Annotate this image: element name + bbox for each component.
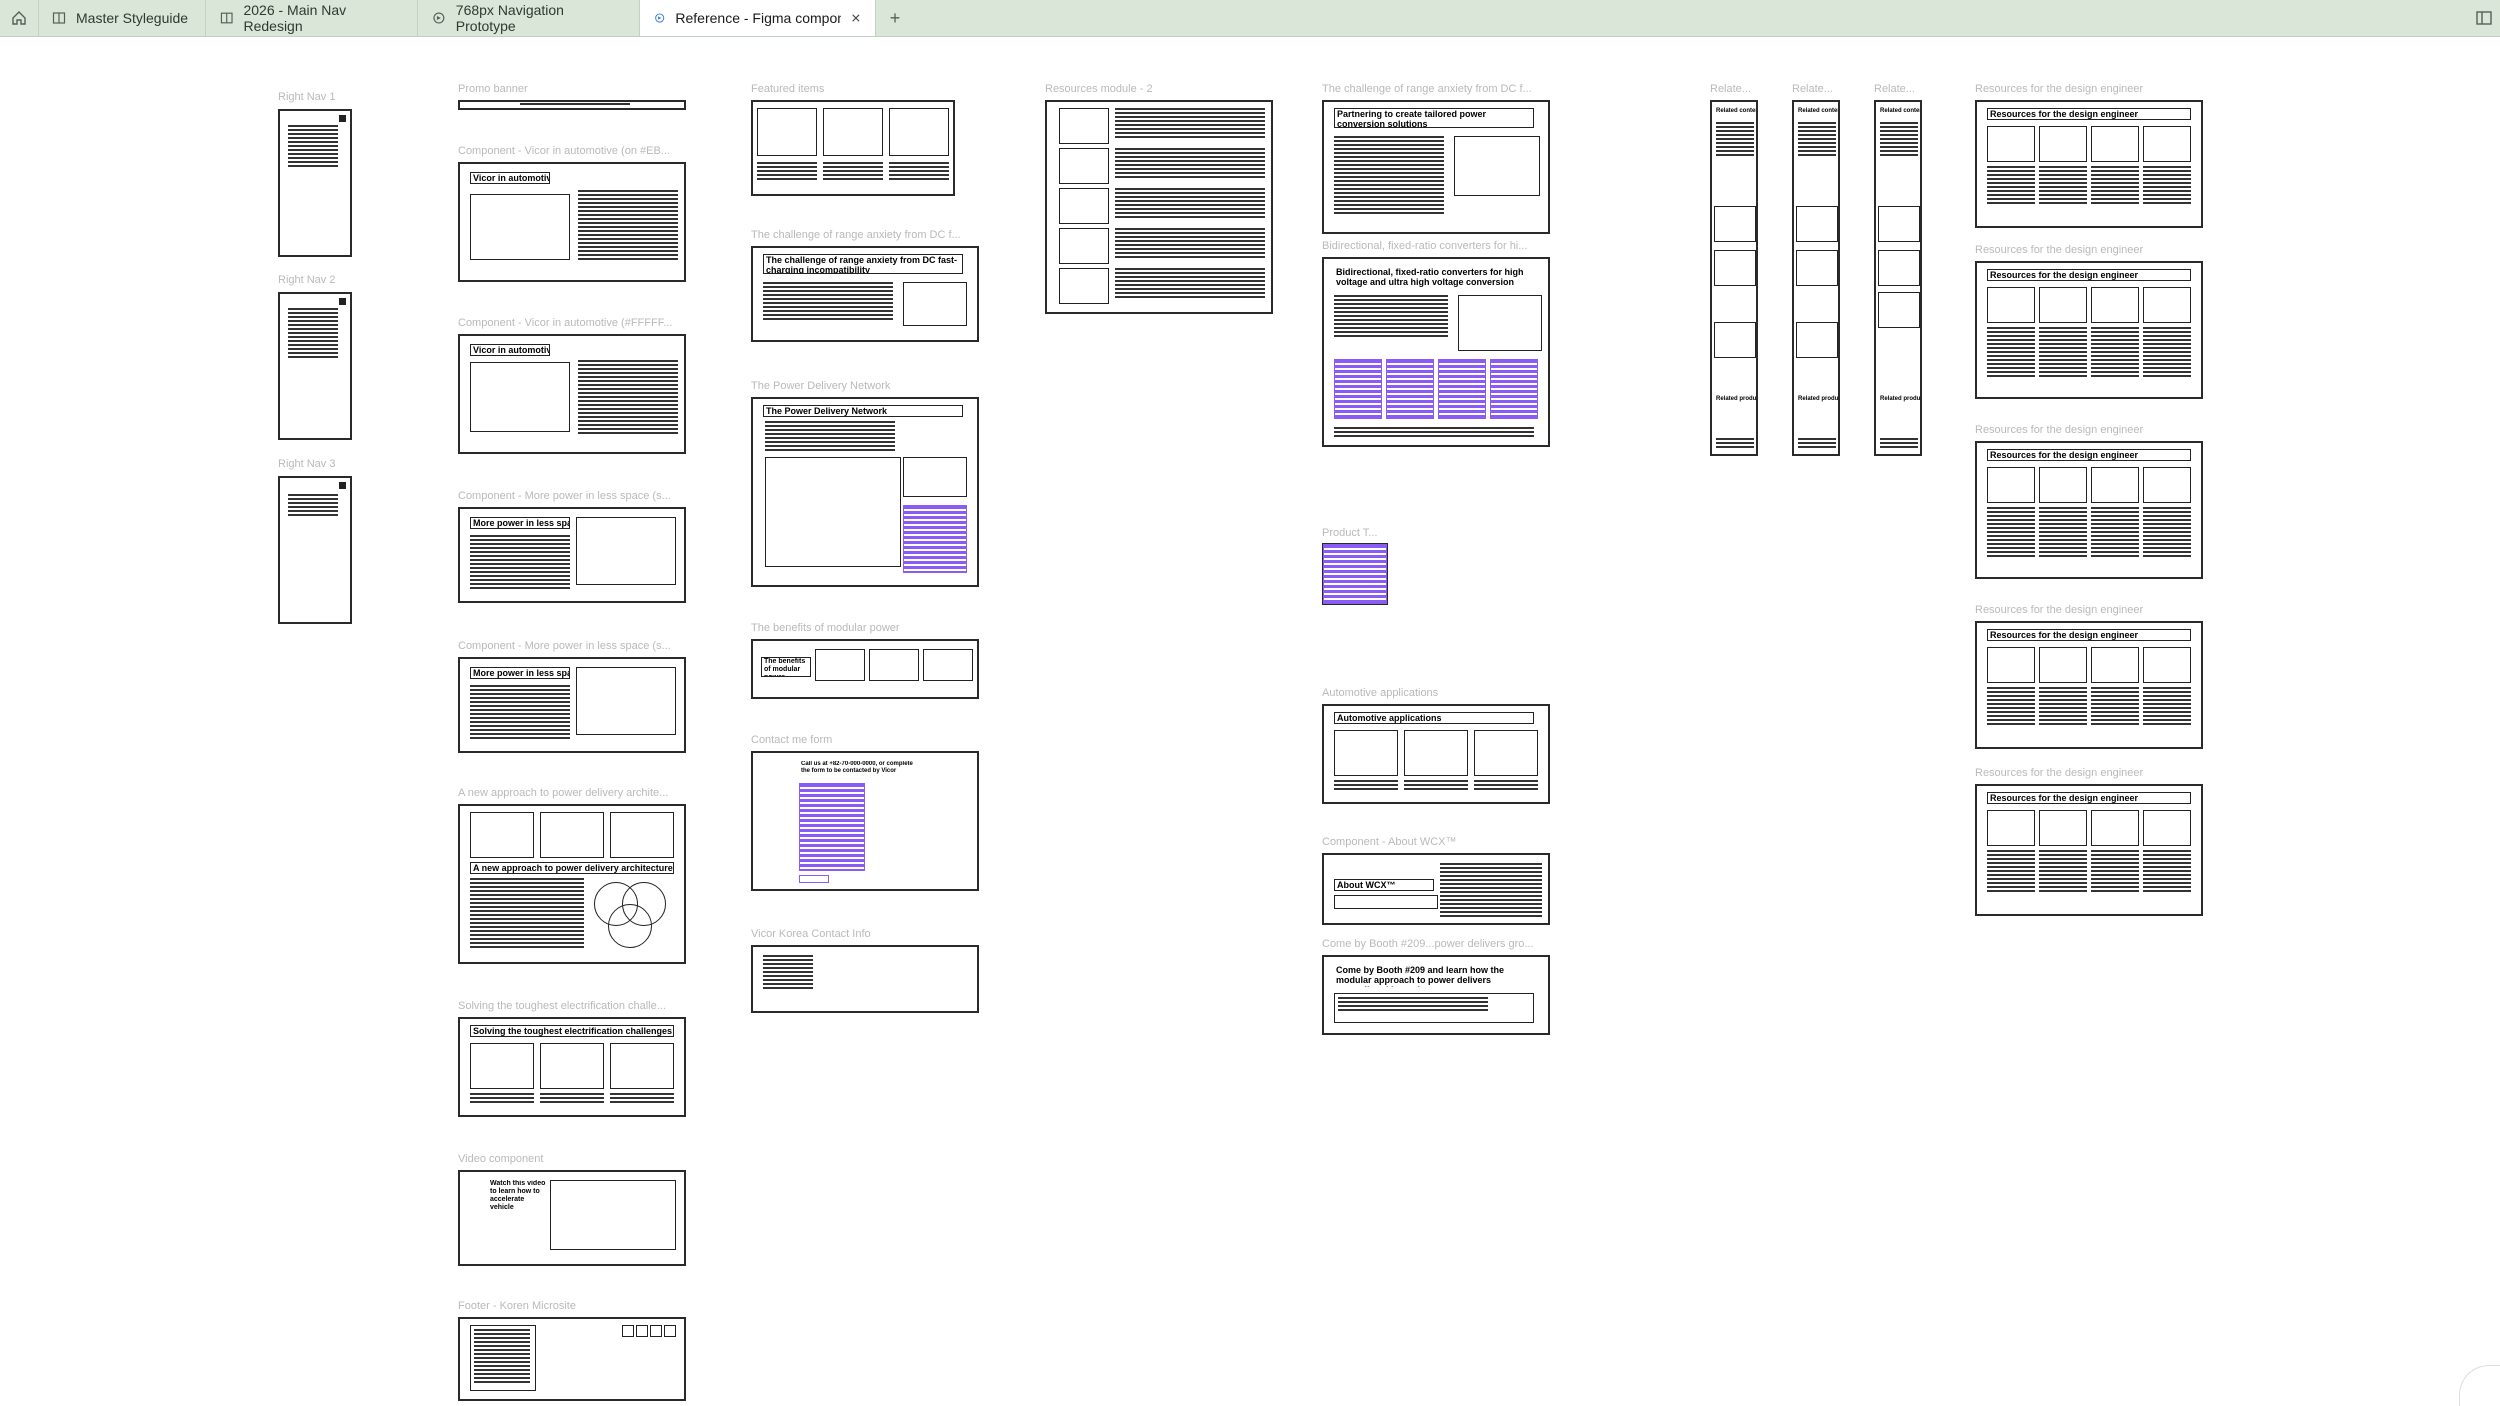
tab-label: Master Styleguide bbox=[76, 10, 189, 26]
frame-vicor-automotive-2[interactable]: Vicor in automotive bbox=[458, 334, 686, 454]
frame-label[interactable]: Right Nav 1 bbox=[278, 91, 335, 103]
tab-master-styleguide[interactable]: Master Styleguide bbox=[38, 0, 206, 36]
frame-right-nav-3[interactable] bbox=[278, 476, 352, 624]
frame-resources-design-1[interactable]: Resources for the design engineer bbox=[1975, 100, 2203, 228]
frame-new-approach[interactable]: A new approach to power delivery archite… bbox=[458, 804, 686, 964]
frame-label[interactable]: Contact me form bbox=[751, 734, 979, 746]
frame-related-content-2[interactable]: Related content Related products bbox=[1792, 100, 1840, 456]
home-icon bbox=[12, 11, 26, 25]
frame-label[interactable]: Come by Booth #209...power delivers gro.… bbox=[1322, 938, 1550, 950]
frame-resources-design-3[interactable]: Resources for the design engineer bbox=[1975, 441, 2203, 579]
frame-label[interactable]: Component - More power in less space (s.… bbox=[458, 490, 686, 502]
frame-label[interactable]: Component - More power in less space (s.… bbox=[458, 640, 686, 652]
frame-right-nav-2[interactable] bbox=[278, 292, 352, 440]
file-icon bbox=[655, 13, 665, 23]
frame-automotive-applications[interactable]: Automotive applications bbox=[1322, 704, 1550, 804]
frame-label[interactable]: Component - Vicor in automotive (on #EB.… bbox=[458, 145, 686, 157]
frame-label[interactable]: Footer - Koren Microsite bbox=[458, 1300, 686, 1312]
frame-related-content-1[interactable]: Related content Related products bbox=[1710, 100, 1758, 456]
frame-footer[interactable] bbox=[458, 1317, 686, 1401]
frame-label[interactable]: Relate... bbox=[1792, 83, 1842, 95]
frame-toughest-challenges[interactable]: Solving the toughest electrification cha… bbox=[458, 1017, 686, 1117]
frame-label[interactable]: Component - About WCX™ bbox=[1322, 836, 1550, 848]
frame-label[interactable]: Resources for the design engineer bbox=[1975, 604, 2203, 616]
frame-label[interactable]: Solving the toughest electrification cha… bbox=[458, 1000, 686, 1012]
layout-icon[interactable] bbox=[2474, 8, 2494, 28]
frame-resources-design-2[interactable]: Resources for the design engineer bbox=[1975, 261, 2203, 399]
home-button[interactable] bbox=[0, 0, 39, 36]
frame-label[interactable]: Component - Vicor in automotive (#FFFFF.… bbox=[458, 317, 686, 329]
frame-partnering[interactable]: Partnering to create tailored power conv… bbox=[1322, 100, 1550, 234]
frame-about-wcx[interactable]: About WCX™ bbox=[1322, 853, 1550, 925]
tab-main-nav-redesign[interactable]: 2026 - Main Nav Redesign bbox=[206, 0, 418, 36]
design-canvas[interactable]: Right Nav 1 Right Nav 2 Right Nav 3 Prom… bbox=[0, 37, 2500, 1406]
frame-more-power-2[interactable]: More power in less space bbox=[458, 657, 686, 753]
frame-label[interactable]: Resources for the design engineer bbox=[1975, 424, 2203, 436]
tab-bar: Master Styleguide 2026 - Main Nav Redesi… bbox=[0, 0, 2500, 37]
frame-contact-form[interactable]: Call us at +82-70-000-0000, or complete … bbox=[751, 751, 979, 891]
frame-vicor-automotive-1[interactable]: Vicor in automotive bbox=[458, 162, 686, 282]
frame-more-power-1[interactable]: More power in less space bbox=[458, 507, 686, 603]
book-icon bbox=[220, 12, 233, 24]
frame-resources-design-4[interactable]: Resources for the design engineer bbox=[1975, 621, 2203, 749]
frame-label[interactable]: Relate... bbox=[1710, 83, 1760, 95]
frame-product-table[interactable] bbox=[1322, 543, 1388, 605]
frame-label[interactable]: Product T... bbox=[1322, 527, 1402, 539]
frame-label[interactable]: Resources module - 2 bbox=[1045, 83, 1273, 95]
tab-label: 768px Navigation Prototype bbox=[455, 2, 564, 34]
plus-icon: + bbox=[889, 7, 901, 28]
frame-modular-power[interactable]: The benefits of modular power bbox=[751, 639, 979, 699]
frame-label[interactable]: Video component bbox=[458, 1153, 686, 1165]
frame-label[interactable]: Resources for the design engineer bbox=[1975, 244, 2203, 256]
frame-label[interactable]: Relate... bbox=[1874, 83, 1924, 95]
frame-korea-contact[interactable] bbox=[751, 945, 979, 1013]
frame-label[interactable]: Promo banner bbox=[458, 83, 686, 95]
book-icon bbox=[52, 12, 66, 24]
frame-label[interactable]: Featured items bbox=[751, 83, 979, 95]
frame-label[interactable]: The challenge of range anxiety from DC f… bbox=[751, 229, 979, 241]
prototype-icon bbox=[433, 12, 445, 24]
frame-label[interactable]: Right Nav 2 bbox=[278, 274, 335, 286]
tab-label: 2026 - Main Nav Redesign bbox=[243, 2, 347, 34]
tab-navigation-prototype[interactable]: 768px Navigation Prototype bbox=[418, 0, 640, 36]
new-tab-button[interactable]: + bbox=[880, 0, 910, 36]
frame-label[interactable]: Automotive applications bbox=[1322, 687, 1550, 699]
frame-label[interactable]: Resources for the design engineer bbox=[1975, 767, 2203, 779]
frame-label[interactable]: The benefits of modular power bbox=[751, 622, 979, 634]
frame-label[interactable]: Bidirectional, fixed-ratio converters fo… bbox=[1322, 240, 1550, 252]
frame-promo-banner[interactable] bbox=[458, 100, 686, 110]
tab-reference-figma-components[interactable]: Reference - Figma components f bbox=[640, 0, 876, 36]
frame-label[interactable]: The challenge of range anxiety from DC f… bbox=[1322, 83, 1550, 95]
frame-range-anxiety[interactable]: The challenge of range anxiety from DC f… bbox=[751, 246, 979, 342]
frame-related-content-3[interactable]: Related content Related products bbox=[1874, 100, 1922, 456]
frame-label[interactable]: Right Nav 3 bbox=[278, 458, 335, 470]
frame-resources-design-5[interactable]: Resources for the design engineer bbox=[1975, 784, 2203, 916]
frame-right-nav-1[interactable] bbox=[278, 109, 352, 257]
frame-label[interactable]: The Power Delivery Network bbox=[751, 380, 979, 392]
tab-label: Reference - Figma components f bbox=[675, 10, 842, 26]
frame-featured-items[interactable] bbox=[751, 100, 955, 196]
frame-power-delivery-network[interactable]: The Power Delivery Network bbox=[751, 397, 979, 587]
frame-resources-module-2[interactable] bbox=[1045, 100, 1273, 314]
frame-label[interactable]: Resources for the design engineer bbox=[1975, 83, 2203, 95]
frame-bidirectional[interactable]: Bidirectional, fixed-ratio converters fo… bbox=[1322, 257, 1550, 447]
frame-label[interactable]: Vicor Korea Contact Info bbox=[751, 928, 979, 940]
frame-video-component[interactable]: Watch this video to learn how to acceler… bbox=[458, 1170, 686, 1266]
frame-label[interactable]: A new approach to power delivery archite… bbox=[458, 787, 686, 799]
frame-come-by-booth[interactable]: Come by Booth #209 and learn how the mod… bbox=[1322, 955, 1550, 1035]
canvas-corner bbox=[2459, 1365, 2500, 1406]
close-icon[interactable] bbox=[851, 12, 861, 24]
